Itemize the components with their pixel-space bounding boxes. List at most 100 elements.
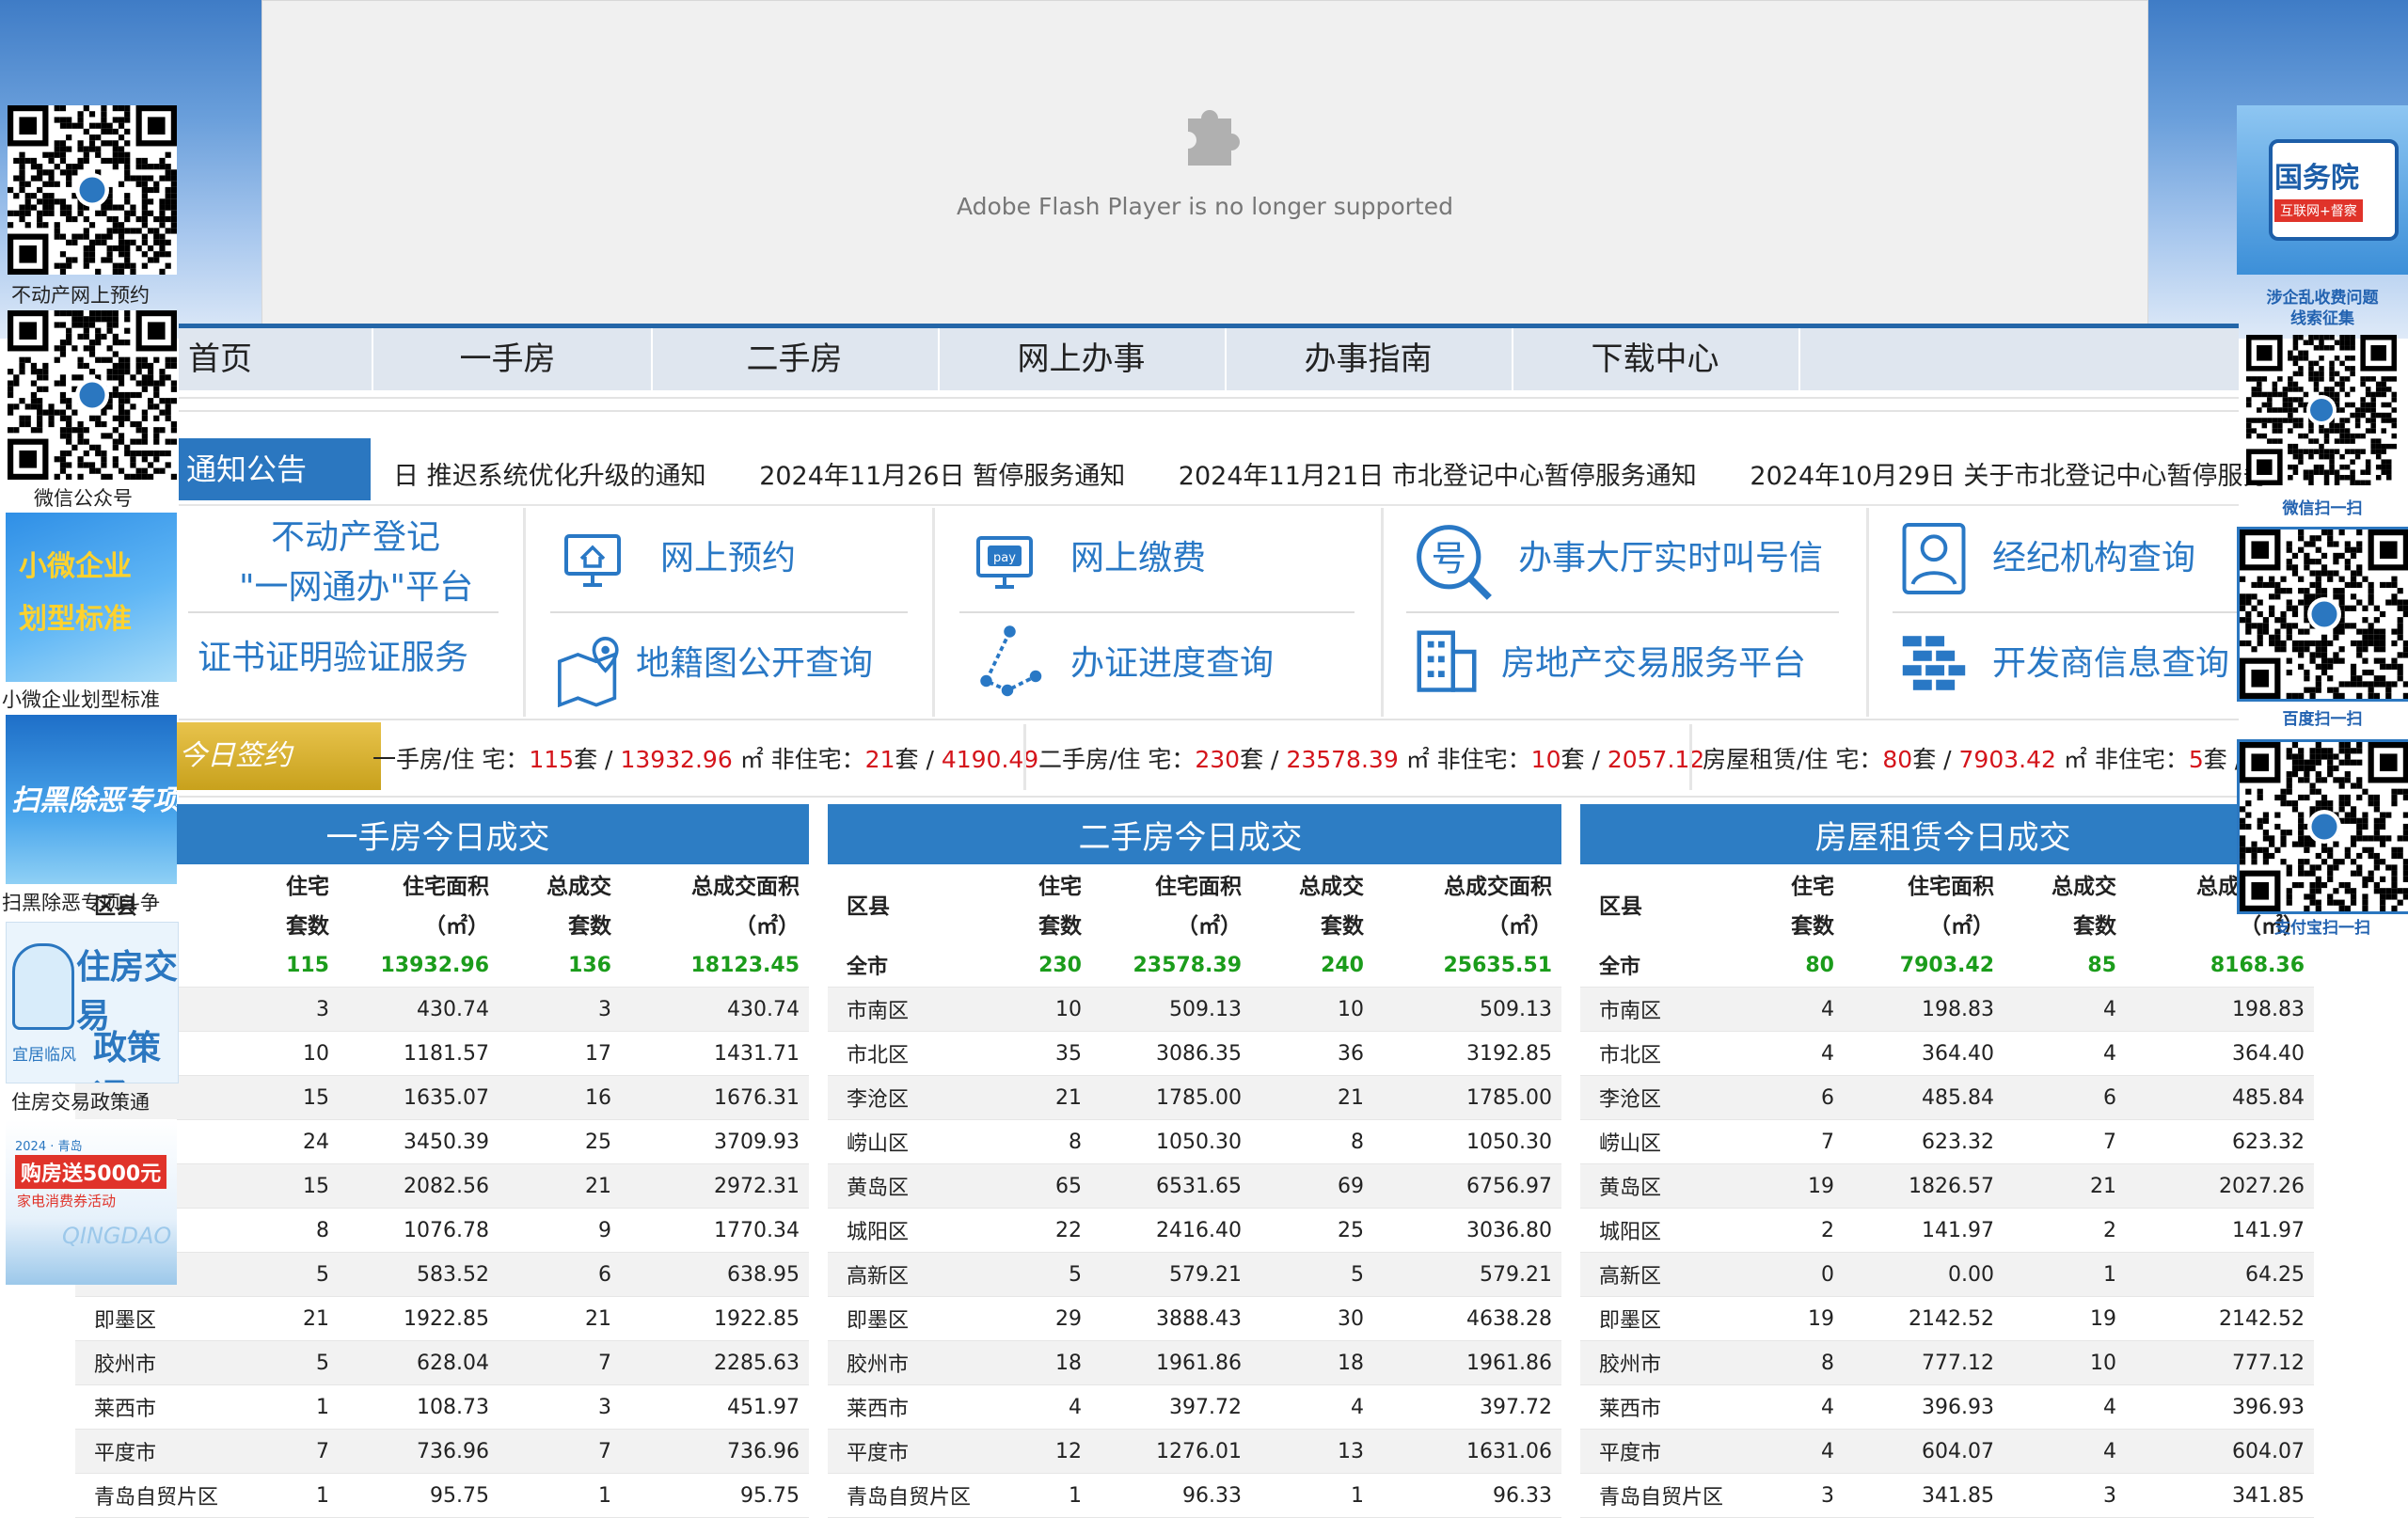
table-cell: 市北区 bbox=[1580, 1031, 1740, 1076]
table-cell: 8168.36 bbox=[2126, 943, 2315, 988]
notice-item[interactable]: 2024年11月21日 市北登记中心暂停服务通知 bbox=[1179, 462, 1697, 491]
service-queue-realtime[interactable]: 办事大厅实时叫号信 bbox=[1518, 536, 1823, 581]
service-cadastral-map[interactable]: 地籍图公开查询 bbox=[636, 641, 873, 687]
table-cell: 36 bbox=[1251, 1031, 1373, 1076]
sign-value: 21 bbox=[864, 746, 895, 773]
table-cell: 莱西市 bbox=[75, 1384, 235, 1430]
housing-policy-ad[interactable]: 住房交易 政策通 宜居临风 bbox=[6, 922, 179, 1083]
table-row: 平度市 12 1276.01 13 1631.06 bbox=[828, 1429, 1562, 1474]
table-cell: 341.85 bbox=[2126, 1473, 2315, 1518]
table-cell: 1961.86 bbox=[1373, 1340, 1562, 1385]
nav-home[interactable]: 首页 bbox=[179, 328, 373, 390]
housing-policy-ad-label[interactable]: 住房交易政策通 bbox=[11, 1087, 150, 1115]
notice-item[interactable]: 2024年10月29日 关于市北登记中心暂停服务 bbox=[1750, 462, 2268, 491]
sign-rent: 房屋租赁/住 宅：80套 / 7903.42 ㎡ 非住宅：5套 / bbox=[1703, 741, 2239, 775]
table-cell: 25 bbox=[499, 1119, 621, 1164]
table-cell: 1276.01 bbox=[1091, 1429, 1251, 1474]
nav-second-hand[interactable]: 二手房 bbox=[651, 328, 940, 390]
table-cell: 6531.65 bbox=[1091, 1163, 1251, 1209]
home-purchase-promo-ad[interactable]: 2024 · 青岛 购房送5000元 家电消费券活动 QINGDAO bbox=[6, 1119, 177, 1285]
service-online-payment[interactable]: 网上缴费 bbox=[1070, 536, 1206, 581]
sme-standard-ad[interactable]: 小微企业 划型标准 bbox=[6, 513, 177, 682]
divider bbox=[188, 611, 499, 613]
table-cell: 21 bbox=[235, 1296, 339, 1341]
table-cell: 市南区 bbox=[1580, 987, 1740, 1032]
table-cell: 10 bbox=[235, 1031, 339, 1076]
ad-art-text: 小微企业 划型标准 bbox=[19, 550, 132, 636]
table-cell: 115 bbox=[235, 943, 339, 988]
table-cell: 3 bbox=[1740, 1473, 1844, 1518]
table-row: 城阳区 22 2416.40 25 3036.80 bbox=[828, 1208, 1562, 1253]
sign-unit: 套 bbox=[1560, 746, 1585, 773]
col-header: （㎡） bbox=[424, 914, 489, 939]
col-header: 套数 bbox=[1791, 914, 1834, 939]
table-cell: 638.95 bbox=[621, 1252, 810, 1297]
table-cell: 579.21 bbox=[1091, 1252, 1251, 1297]
qr-code-icon bbox=[2240, 742, 2408, 911]
table-cell: 2 bbox=[1740, 1208, 1844, 1253]
table-cell: 1 bbox=[988, 1473, 1091, 1518]
table-cell: 341.85 bbox=[1844, 1473, 2004, 1518]
table-cell: 777.12 bbox=[1844, 1340, 2004, 1385]
col-header: （㎡） bbox=[1487, 914, 1553, 939]
table-cell: 4 bbox=[1251, 1384, 1373, 1430]
progress-nodes-icon bbox=[980, 625, 1042, 697]
nav-new-house[interactable]: 一手房 bbox=[364, 328, 653, 390]
table-row: 即墨区 21 1922.85 21 1922.85 bbox=[75, 1296, 810, 1341]
table-cell: 2082.56 bbox=[339, 1163, 499, 1209]
table-cell: 全市 bbox=[828, 943, 988, 988]
table-cell: 18 bbox=[988, 1340, 1091, 1385]
table-cell: 25 bbox=[1251, 1208, 1373, 1253]
table-cell: 全市 bbox=[1580, 943, 1740, 988]
anti-crime-ad-label[interactable]: 扫黑除恶专项斗争 bbox=[2, 888, 160, 916]
col-header: 总成交 bbox=[2052, 875, 2116, 899]
col-header: 住宅 bbox=[1038, 875, 1082, 899]
table-row: 10 1181.57 17 1431.71 bbox=[75, 1031, 810, 1076]
notice-item[interactable]: 日 推迟系统优化升级的通知 bbox=[393, 462, 706, 491]
state-council-supervision-banner[interactable]: 国务院 互联网+督察 bbox=[2237, 105, 2408, 275]
table-cell: 141.97 bbox=[2126, 1208, 2315, 1253]
anti-crime-ad[interactable]: 扫黑除恶专项斗争 bbox=[6, 715, 177, 884]
sign-value: 10 bbox=[1530, 746, 1561, 773]
divider bbox=[1381, 508, 1384, 717]
notice-item[interactable]: 2024年11月26日 暂停服务通知 bbox=[759, 462, 1125, 491]
table-cell: 3192.85 bbox=[1373, 1031, 1562, 1076]
table-row: 平度市 7 736.96 7 736.96 bbox=[75, 1429, 810, 1474]
svg-text:pay: pay bbox=[993, 551, 1016, 565]
table-cell: 黄岛区 bbox=[828, 1163, 988, 1209]
service-agency-query[interactable]: 经纪机构查询 bbox=[1992, 536, 2195, 581]
table-cell: 平度市 bbox=[1580, 1429, 1740, 1474]
table-row: 市北区 4 364.40 4 364.40 bbox=[1580, 1031, 2315, 1076]
service-register-line2[interactable]: "一网通办"平台 bbox=[239, 565, 473, 610]
nav-download[interactable]: 下载中心 bbox=[1512, 328, 1800, 390]
table-cell: 5 bbox=[235, 1340, 339, 1385]
service-progress-query[interactable]: 办证进度查询 bbox=[1070, 641, 1274, 687]
table-cell: 13932.96 bbox=[339, 943, 499, 988]
booking-qr-code bbox=[8, 105, 177, 275]
service-developer-query[interactable]: 开发商信息查询 bbox=[1992, 641, 2229, 687]
table-row: 青岛自贸片区 1 95.75 1 95.75 bbox=[75, 1473, 810, 1518]
table-cell: 198.83 bbox=[2126, 987, 2315, 1032]
sign-value: 23578.39 bbox=[1286, 746, 1399, 773]
sign-unit: 套 bbox=[2203, 746, 2227, 773]
service-online-booking[interactable]: 网上预约 bbox=[660, 536, 796, 581]
table-row: 莱西市 4 396.93 4 396.93 bbox=[1580, 1384, 2315, 1430]
nav-online-service[interactable]: 网上办事 bbox=[938, 328, 1227, 390]
qr-code-icon bbox=[2240, 530, 2408, 699]
table-cell: 65 bbox=[988, 1163, 1091, 1209]
table-cell: 4 bbox=[2004, 1429, 2126, 1474]
table-row: 市北区 35 3086.35 36 3192.85 bbox=[828, 1031, 1562, 1076]
service-realestate-platform[interactable]: 房地产交易服务平台 bbox=[1501, 641, 1806, 687]
service-cert-verify[interactable]: 证书证明验证服务 bbox=[198, 636, 468, 681]
service-register-line1[interactable]: 不动产登记 bbox=[271, 515, 440, 561]
divider bbox=[1893, 611, 2241, 613]
nav-guide[interactable]: 办事指南 bbox=[1225, 328, 1513, 390]
divider bbox=[179, 796, 2239, 798]
table-cell: 579.21 bbox=[1373, 1252, 1562, 1297]
brick-wall-icon bbox=[1902, 636, 1966, 690]
table-cell: 19 bbox=[1740, 1163, 1844, 1209]
sign-unit: ㎡ bbox=[1405, 746, 1430, 773]
sme-ad-label[interactable]: 小微企业划型标准 bbox=[2, 685, 160, 713]
table-cell: 623.32 bbox=[2126, 1119, 2315, 1164]
alipay-scan-label: 支付宝扫一扫 bbox=[2274, 919, 2370, 938]
